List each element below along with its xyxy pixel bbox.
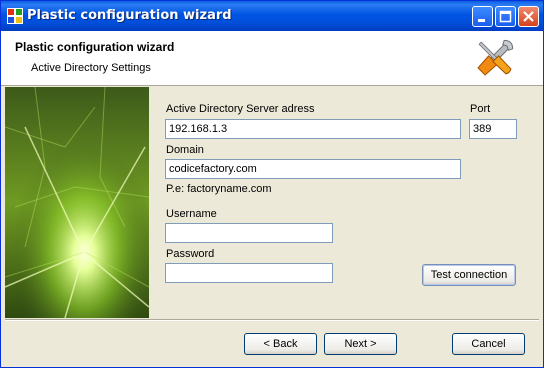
username-input[interactable]	[165, 223, 333, 243]
wizard-window: Plastic configuration wizard Plastic con…	[0, 0, 544, 368]
close-button[interactable]	[518, 6, 539, 27]
password-label: Password	[166, 248, 215, 260]
title-bar[interactable]: Plastic configuration wizard	[1, 1, 543, 31]
close-icon	[523, 11, 534, 22]
domain-hint: P.e: factoryname.com	[166, 183, 272, 195]
server-label: Active Directory Server adress	[166, 103, 315, 115]
test-connection-button[interactable]: Test connection	[422, 264, 516, 286]
next-button[interactable]: Next >	[324, 333, 397, 355]
wrench-screwdriver-icon	[477, 39, 514, 76]
page-title: Plastic configuration wizard	[15, 40, 175, 54]
maximize-icon	[499, 10, 512, 23]
wizard-header: Plastic configuration wizard Active Dire…	[1, 31, 543, 86]
wizard-side-image	[5, 87, 149, 318]
back-button[interactable]: < Back	[244, 333, 317, 355]
window-title: Plastic configuration wizard	[27, 8, 232, 23]
page-subtitle: Active Directory Settings	[31, 62, 151, 74]
minimize-button[interactable]	[472, 6, 493, 27]
username-label: Username	[166, 208, 217, 220]
footer-separator	[5, 319, 539, 321]
password-input[interactable]	[165, 263, 333, 283]
port-label: Port	[470, 103, 491, 115]
cancel-button[interactable]: Cancel	[452, 333, 525, 355]
port-input[interactable]	[469, 119, 517, 139]
domain-input[interactable]	[165, 159, 461, 179]
minimize-icon	[478, 19, 485, 22]
domain-label: Domain	[166, 144, 204, 156]
maximize-button[interactable]	[495, 6, 516, 27]
server-address-input[interactable]	[165, 119, 461, 139]
app-icon	[7, 8, 23, 24]
